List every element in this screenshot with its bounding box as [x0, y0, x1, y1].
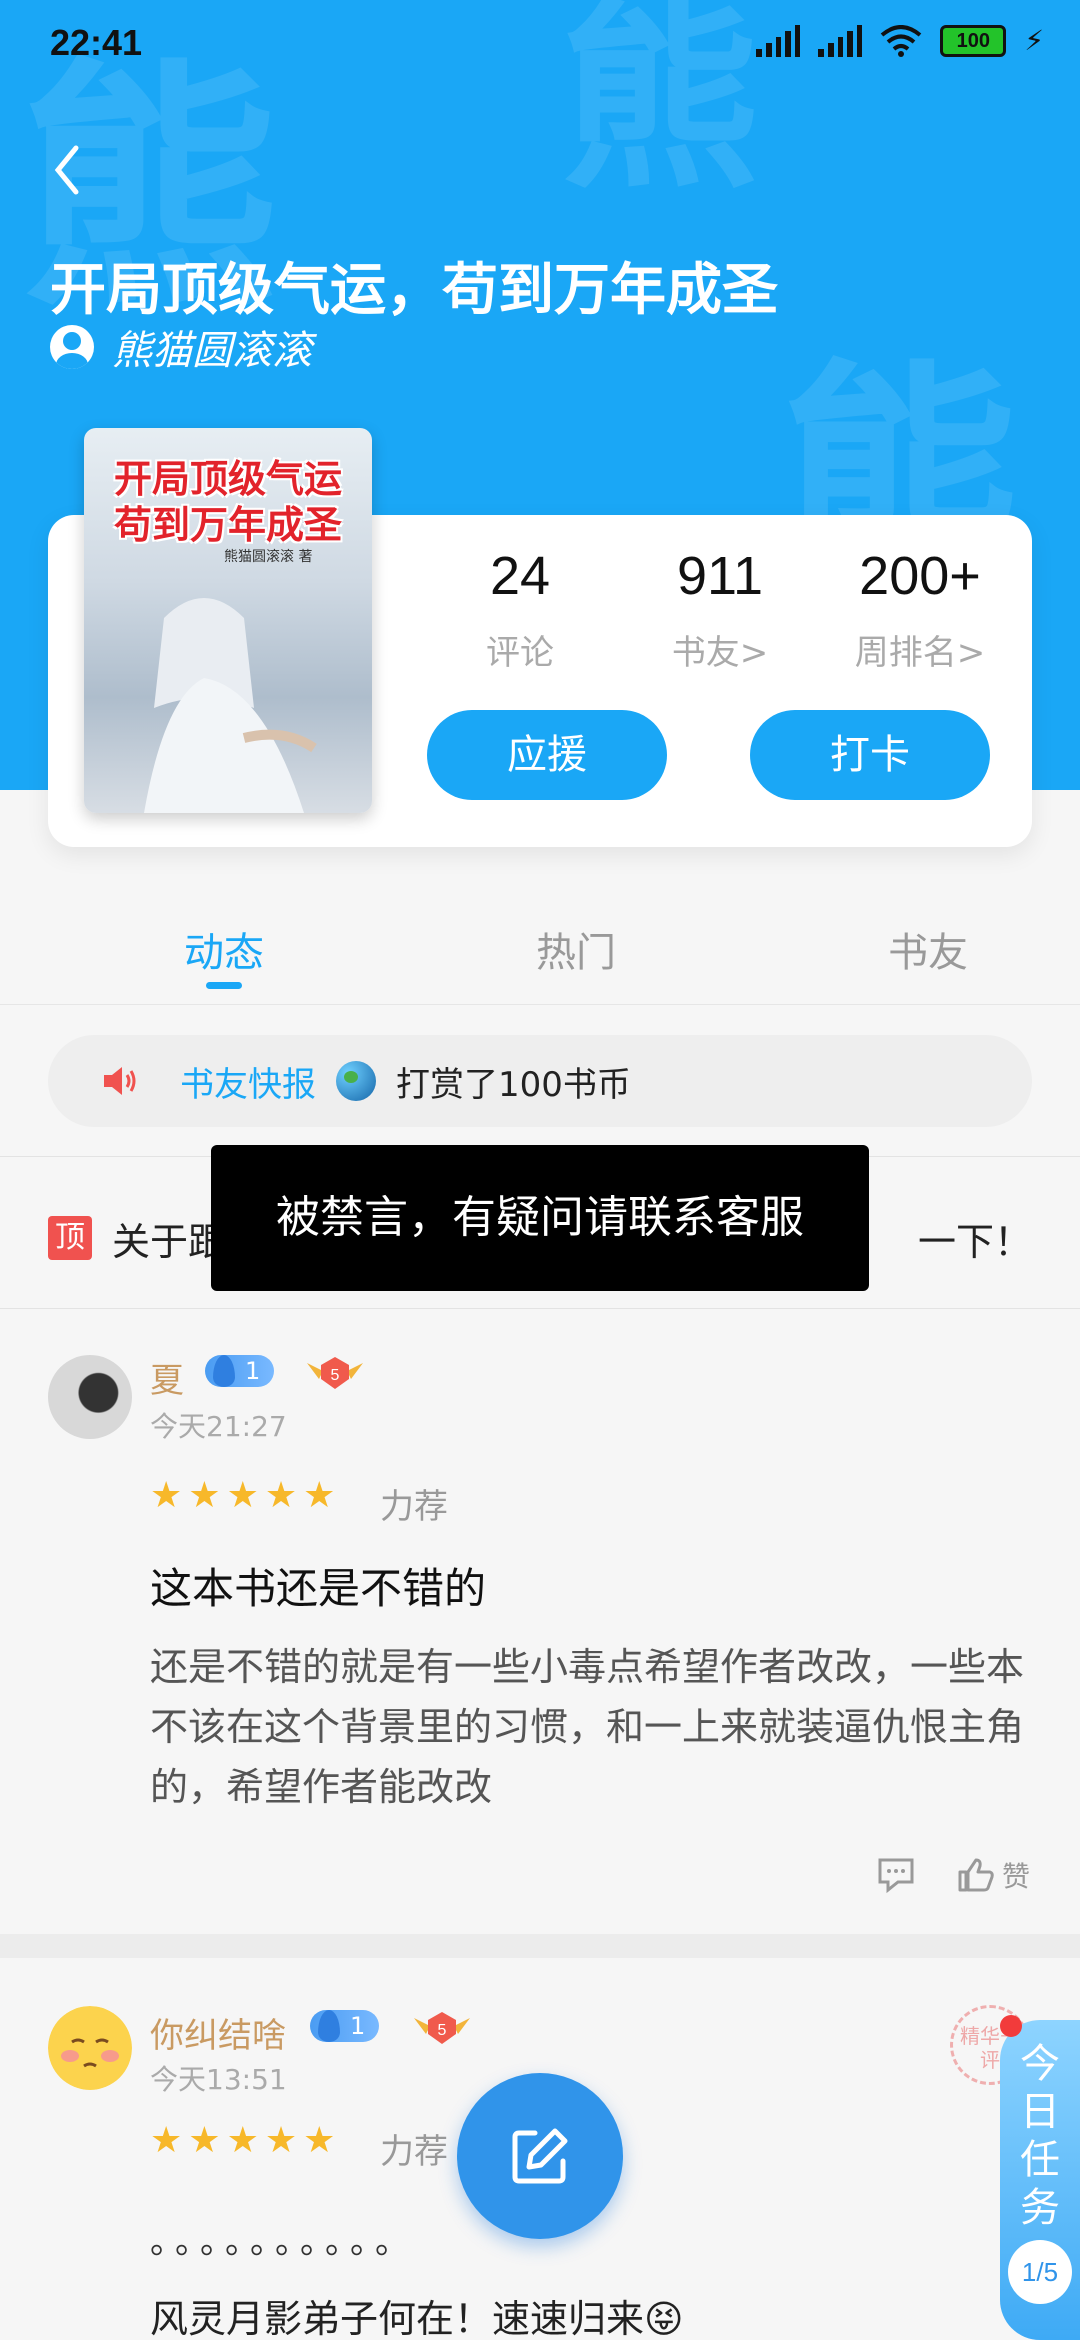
checkin-button[interactable]: 打卡 [750, 710, 990, 800]
author-row[interactable]: 熊猫圆滚滚 [50, 318, 312, 376]
cover-author: 熊猫圆滚滚 著 [224, 549, 313, 565]
post-title: 这本书还是不错的 [150, 1564, 487, 1613]
medal-level: 5 [438, 2022, 447, 2039]
notification-dot [1000, 2015, 1022, 2037]
post-body: 还是不错的就是有一些小毒点希望作者改改，一些本不该在这个背景里的习惯，和一上来就… [150, 1645, 1025, 1809]
medal-icon: 5 [414, 2012, 470, 2044]
stat-value: 200+ [859, 546, 981, 606]
post-body: 风灵月影弟子何在！速速归来😝 [150, 2297, 684, 2340]
username[interactable]: 你纠结啥 [150, 2008, 286, 2057]
back-arrow-icon[interactable] [48, 140, 88, 200]
tab-hot[interactable]: 热门 [536, 920, 616, 978]
pinned-badge: 顶 [48, 1216, 92, 1260]
user-avatar-globe-icon [336, 1061, 376, 1101]
avatar[interactable] [48, 2006, 132, 2090]
cover-illustration [144, 598, 317, 813]
level-badge: 1 [310, 2010, 380, 2042]
star-icon: ★ [150, 1475, 183, 1516]
toast-message: 被禁言，有疑问请联系客服 [211, 1145, 869, 1291]
star-icon: ★ [226, 1475, 259, 1516]
like-button[interactable]: 赞 [956, 1855, 1030, 1895]
medal-level: 5 [331, 1367, 340, 1384]
section-divider [0, 1934, 1080, 1958]
reader-news-ticker[interactable]: 书友快报 打赏了100书币 [48, 1035, 1032, 1127]
stat-weekly-rank[interactable]: 200+ 周排名> [820, 545, 1020, 674]
daily-task-progress: 1/5 [1008, 2240, 1072, 2304]
battery-icon: 100 [940, 24, 1007, 57]
charging-icon: ⚡ [1024, 24, 1044, 57]
status-time: 22:41 [50, 22, 143, 63]
stat-label: 周排名> [854, 633, 986, 673]
stat-value: 24 [489, 546, 551, 606]
speaker-icon [104, 1067, 136, 1095]
tab-readers[interactable]: 书友 [888, 920, 968, 978]
book-cover[interactable]: 开局顶级气运 苟到万年成圣 熊猫圆滚滚 著 [84, 428, 372, 813]
star-icon: ★ [303, 1475, 336, 1516]
star-icon: ★ [264, 1475, 298, 1516]
medal-icon: 5 [307, 1357, 363, 1389]
comment-icon[interactable] [876, 1856, 916, 1894]
active-tab-indicator [206, 982, 242, 989]
post-time: 今天21:27 [150, 1410, 287, 1443]
stat-comments[interactable]: 24 评论 [420, 545, 620, 674]
rating-text: 力荐 [380, 1487, 448, 1527]
status-bar: 22:41 100 ⚡ [0, 0, 1080, 90]
username[interactable]: 夏 [150, 1353, 184, 1402]
wifi-icon [881, 24, 922, 57]
news-text: 打赏了100书币 [396, 1064, 631, 1105]
signal-icon [756, 24, 801, 57]
stats-row: 24 评论 911 书友> 200+ 周排名> [420, 545, 1020, 674]
stat-label: 书友> [671, 633, 769, 673]
stat-value: 911 [676, 546, 764, 606]
avatar[interactable] [48, 1355, 132, 1439]
pinned-text-end: 一下！ [917, 1219, 1032, 1264]
star-icon: ★ [303, 2120, 336, 2161]
star-icon: ★ [188, 1475, 221, 1516]
rating-text: 力荐 [380, 2132, 448, 2172]
star-icon: ★ [226, 2120, 259, 2161]
post-time: 今天13:51 [150, 2063, 287, 2096]
pinned-text-start: 关于 [112, 1219, 189, 1264]
support-button[interactable]: 应援 [427, 710, 667, 800]
level-badge: 1 [205, 1355, 275, 1387]
stat-readers[interactable]: 911 书友> [620, 545, 820, 674]
cover-title-line: 苟到万年成圣 [113, 503, 342, 547]
star-icon: ★ [264, 2120, 298, 2161]
post-card[interactable]: 夏 1 5 今天21:27 ★ ★ ★ ★ ★ 力荐 这本书还是不错的 还是不错… [0, 1309, 1080, 1934]
signal-icon [818, 24, 863, 57]
book-title: 开局顶级气运，苟到万年成圣 [50, 258, 778, 323]
rating-stars: ★ ★ ★ ★ ★ [150, 2120, 335, 2161]
rating-stars: ★ ★ ★ ★ ★ [150, 1475, 335, 1516]
daily-task-widget[interactable]: 今日任务 1/5 [1000, 2020, 1080, 2340]
stat-label: 评论 [486, 633, 554, 673]
post-title: 。。。。。。。。。。 [150, 2222, 417, 2262]
edit-icon [512, 2128, 568, 2184]
star-icon: ★ [150, 2120, 183, 2161]
tab-activity[interactable]: 动态 [184, 920, 264, 978]
write-review-button[interactable] [457, 2073, 623, 2239]
thumbs-up-icon [958, 1858, 994, 1892]
author-name: 熊猫圆滚滚 [112, 328, 312, 374]
like-label: 赞 [1001, 1860, 1030, 1893]
tab-bar: 动态 热门 书友 [0, 900, 1080, 1005]
daily-task-label: 今日任务 [1020, 2041, 1060, 2231]
post-actions: 赞 [876, 1855, 1030, 1895]
star-icon: ★ [188, 2120, 221, 2161]
author-avatar-icon [50, 325, 94, 369]
news-label: 书友快报 [180, 1064, 316, 1105]
